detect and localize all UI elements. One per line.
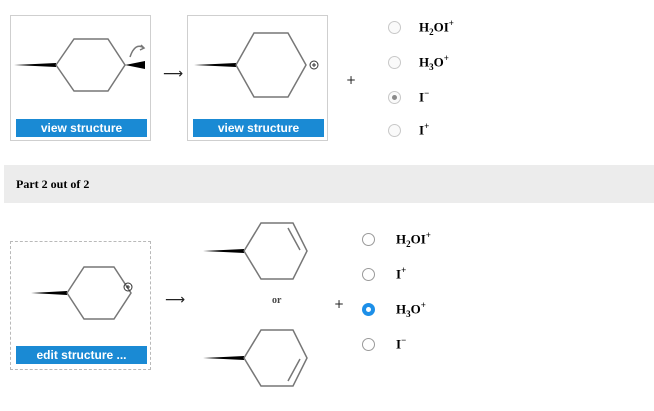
edit-structure-button[interactable]: edit structure ... bbox=[16, 346, 147, 364]
label-iodine-cation: I+ bbox=[419, 121, 430, 138]
label-iodide: I− bbox=[419, 88, 430, 105]
structure-card-product: view structure bbox=[187, 15, 328, 141]
plus-sign-1: + bbox=[346, 73, 357, 87]
reaction-arrow-2: ⟶ bbox=[165, 292, 186, 308]
label-h2oi-2: H2OI+ bbox=[396, 230, 431, 249]
part-title: Part 2 out of 2 bbox=[16, 177, 90, 191]
view-structure-button-2[interactable]: view structure bbox=[193, 119, 324, 137]
part-header: Part 2 out of 2 bbox=[4, 165, 654, 203]
radio-option-h2oi-2[interactable] bbox=[362, 233, 375, 246]
radio-option-h3o-2[interactable] bbox=[362, 303, 375, 316]
radio-option-iodine-cation-2[interactable] bbox=[362, 268, 375, 281]
radio-option-h3o[interactable] bbox=[388, 56, 401, 69]
label-h3o: H3O+ bbox=[419, 53, 449, 72]
radio-option-iodide-2[interactable] bbox=[362, 338, 375, 351]
radio-option-iodine-cation[interactable] bbox=[388, 124, 401, 137]
radio-option-h2oi[interactable] bbox=[388, 21, 401, 34]
label-h2oi: H2OI+ bbox=[419, 18, 454, 37]
or-label: or bbox=[272, 295, 282, 306]
label-iodide-2: I− bbox=[396, 335, 407, 352]
radio-option-iodide[interactable] bbox=[388, 91, 401, 104]
structure-card-reactant: view structure bbox=[10, 15, 151, 141]
reaction-arrow-1: ⟶ bbox=[163, 66, 184, 82]
label-iodine-cation-2: I+ bbox=[396, 265, 407, 282]
label-h3o-2: H3O+ bbox=[396, 300, 426, 319]
view-structure-button-1[interactable]: view structure bbox=[16, 119, 147, 137]
plus-sign-2: + bbox=[334, 297, 345, 311]
structure-editor-card: edit structure ... bbox=[10, 241, 151, 370]
alkene-product-top bbox=[203, 222, 308, 280]
alkene-product-bottom bbox=[203, 329, 308, 387]
